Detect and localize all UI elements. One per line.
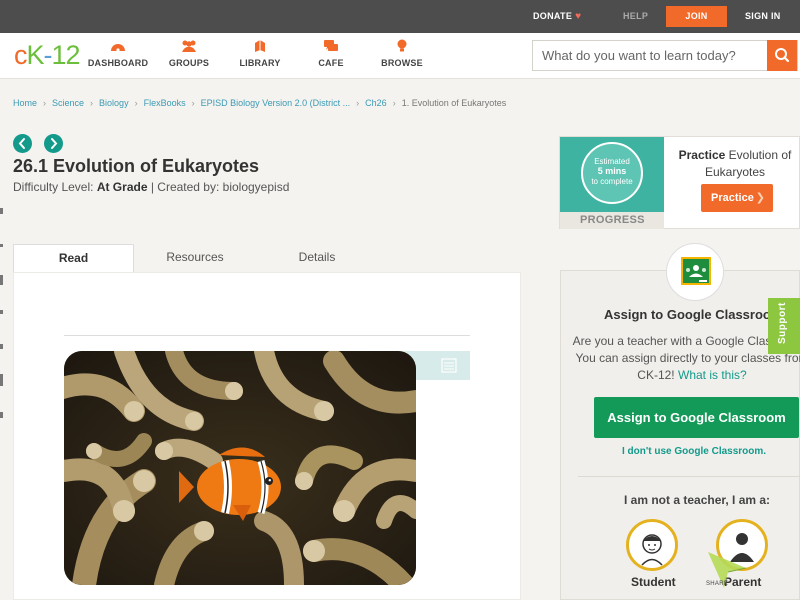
tab-details[interactable]: Details [256,244,378,273]
estimated-minutes: 5 mins [598,166,627,176]
classroom-divider [578,476,800,477]
estimated-text: Estimated [594,157,630,166]
content-tabs: Read Resources Details [13,244,521,273]
breadcrumb-separator: › [392,98,396,108]
dont-use-classroom-link[interactable]: I don't use Google Classroom. [622,446,766,457]
dashboard-icon [111,44,125,52]
progress-label: PROGRESS [560,212,664,229]
breadcrumb-separator: › [191,98,195,108]
practice-button-label: Practice [711,192,754,204]
share-label: SHARE [706,581,729,587]
edge-mark [0,412,3,418]
heart-icon: ♥ [575,11,582,22]
tab-resources[interactable]: Resources [134,244,256,273]
chevron-right-icon: ❯ [755,192,765,204]
edge-mark [0,344,3,349]
practice-button[interactable]: Practice ❯ [701,184,773,212]
nav-cafe[interactable]: CAFE [296,39,366,68]
practice-progress-thumbnail[interactable]: Estimated 5 mins to complete PROGRESS [560,137,664,229]
library-icon [255,40,265,52]
edge-mark [0,208,3,214]
what-is-this-link[interactable]: What is this? [678,368,747,382]
logo-k: K [26,40,45,70]
chevron-left-icon [18,138,25,149]
chevron-right-icon [51,138,58,149]
sign-in-link[interactable]: SIGN IN [745,0,781,33]
search-input[interactable] [533,41,769,70]
nav-groups[interactable]: GROUPS [154,39,224,68]
difficulty-value: At Grade [96,180,148,194]
nav-library[interactable]: LIBRARY [225,39,295,68]
created-by: | Created by: biologyepisd [147,180,290,194]
next-button[interactable] [44,134,63,153]
donate-link[interactable]: DONATE ♥ [533,0,581,33]
google-classroom-title: Assign to Google Classroom [604,307,783,322]
not-teacher-label: I am not a teacher, I am a: [624,493,771,507]
cafe-icon [324,40,338,51]
logo-c: c [14,40,27,70]
assign-google-classroom-button[interactable]: Assign to Google Classroom [594,397,799,438]
search-box [532,40,798,71]
nav-label: BROWSE [381,58,423,68]
breadcrumb: Home › Science › Biology › FlexBooks › EPISD Bio… [13,98,506,108]
nav-label: DASHBOARD [87,58,149,68]
main-header: cK-12 DASHBOARD GROUPS LIBRARY CAFE BROW… [0,33,800,79]
previous-button[interactable] [13,134,32,153]
breadcrumb-separator: › [134,98,138,108]
stopwatch-icon: Estimated 5 mins to complete [581,142,643,204]
nav-browse[interactable]: BROWSE [367,39,437,68]
ck12-logo[interactable]: cK-12 [14,40,81,71]
search-icon [775,48,790,63]
google-classroom-icon [681,257,711,285]
top-bar: DONATE ♥ HELP JOIN SIGN IN [0,0,800,33]
practice-widget: Estimated 5 mins to complete PROGRESS Pr… [559,136,800,229]
tab-read[interactable]: Read [13,244,134,273]
groups-icon [182,40,196,52]
clownfish-image [64,351,416,585]
student-role-button[interactable] [626,519,678,571]
page-title: 26.1 Evolution of Eukaryotes [13,156,260,176]
nav-label: GROUPS [168,58,210,68]
breadcrumb-separator: › [356,98,360,108]
breadcrumb-science[interactable]: Science [52,98,84,108]
support-tab[interactable]: Support [768,298,800,354]
breadcrumb-flexbooks[interactable]: FlexBooks [144,98,186,108]
search-button[interactable] [767,40,797,71]
breadcrumb-separator: › [90,98,94,108]
edge-mark [0,244,3,247]
nav-label: CAFE [318,58,344,68]
breadcrumb-separator: › [43,98,47,108]
support-label: Support [777,302,788,344]
estimated-complete: to complete [591,177,633,186]
content-divider [64,335,470,336]
breadcrumb-book[interactable]: EPISD Biology Version 2.0 (District ... [201,98,351,108]
nav-label: LIBRARY [239,58,281,68]
article-meta: Difficulty Level: At Grade | Created by:… [13,180,289,194]
breadcrumb-chapter[interactable]: Ch26 [365,98,387,108]
edge-mark [0,310,3,314]
join-button[interactable]: JOIN [666,6,727,27]
nav-dashboard[interactable]: DASHBOARD [83,39,153,68]
edge-mark [0,275,3,285]
student-label: Student [631,575,676,589]
google-classroom-logo [666,243,724,301]
logo-dash: - [43,40,53,70]
help-link[interactable]: HELP [623,0,648,33]
breadcrumb-home[interactable]: Home [13,98,37,108]
browse-icon [397,39,407,52]
edge-mark [0,374,3,386]
breadcrumb-current: 1. Evolution of Eukaryotes [401,98,507,108]
donate-label: DONATE [533,11,573,21]
practice-heading-bold: Practice [678,148,726,162]
breadcrumb-biology[interactable]: Biology [99,98,129,108]
student-avatar-icon [641,534,663,566]
google-classroom-description: Are you a teacher with a Google Classroo… [572,333,800,384]
practice-heading: Practice Evolution of Eukaryotes [672,147,798,181]
difficulty-prefix: Difficulty Level: [13,180,97,194]
clownfish-anemone-illustration [64,351,416,585]
logo-num: 12 [51,40,81,70]
